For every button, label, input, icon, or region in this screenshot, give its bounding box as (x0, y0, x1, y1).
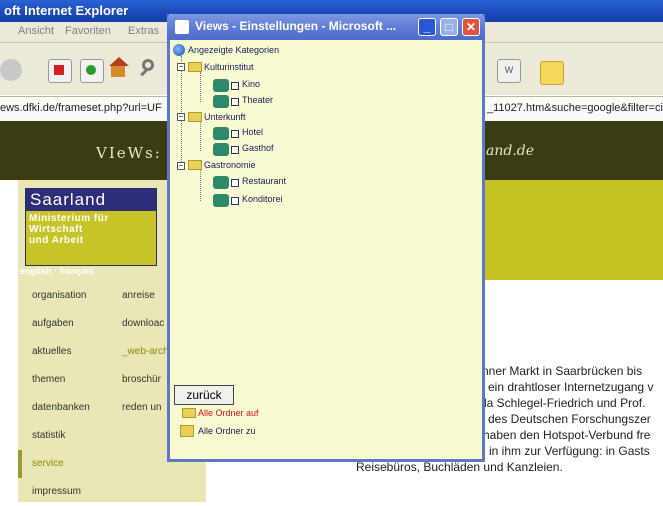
stop-icon[interactable] (48, 59, 72, 83)
ministry-logo[interactable]: Saarland Ministerium für Wirtschaft und … (25, 188, 157, 266)
category-kulturinstitut[interactable]: Kulturinstitut (204, 62, 254, 72)
nav-reden[interactable]: reden un (122, 394, 169, 422)
address-text-left: ews.dfki.de/frameset.php?url=UF (0, 102, 162, 114)
folder-open-icon (188, 112, 202, 122)
checkbox-kino[interactable] (231, 82, 239, 90)
collapse-toggle[interactable]: − (177, 162, 185, 170)
browser-title: oft Internet Explorer (4, 3, 129, 18)
ministry-text: Ministerium für Wirtschaft und Arbeit (29, 213, 109, 246)
site-domain-text: and.de (486, 143, 535, 159)
close-icon: ✕ (465, 20, 477, 34)
tree-line (200, 169, 201, 201)
address-text-right: _11027.htm&suche=google&filter=ci (487, 102, 663, 114)
item-hotel[interactable]: Hotel (242, 127, 263, 137)
menu-ansicht[interactable]: Ansicht (18, 25, 54, 37)
ie-app-icon (175, 20, 189, 34)
folder-open-icon (182, 408, 196, 418)
language-links[interactable]: english · français (20, 266, 94, 276)
home-icon[interactable] (108, 57, 130, 79)
site-logo: VIeWs: (96, 144, 162, 162)
back-button[interactable]: zurück (174, 385, 234, 405)
minimize-icon: _ (423, 20, 431, 34)
body-line-7: Reisebüros, Buchläden und Kanzleien. (356, 460, 563, 474)
ministry-line-2: Wirtschaft (29, 224, 83, 235)
nav-active-marker (18, 450, 22, 478)
checkbox-theater[interactable] (231, 98, 239, 106)
nav-service[interactable]: service (32, 450, 90, 478)
item-icon (213, 194, 229, 207)
category-unterkunft[interactable]: Unterkunft (204, 112, 246, 122)
folder-icon[interactable] (540, 61, 564, 85)
item-restaurant[interactable]: Restaurant (242, 176, 286, 186)
folder-open-icon (188, 160, 202, 170)
item-theater[interactable]: Theater (242, 95, 273, 105)
folder-open-icon (188, 62, 202, 72)
forward-icon[interactable] (0, 59, 22, 81)
body-line-6: n in ihm zur Verfügung: in Gasts (479, 444, 650, 458)
item-icon (213, 127, 229, 140)
word-icon[interactable]: W (497, 59, 521, 83)
folder-closed-icon (180, 425, 194, 437)
item-konditorei[interactable]: Konditorei (242, 194, 283, 204)
nav-web-archiv[interactable]: _web-arch (122, 338, 169, 366)
ministry-title: Saarland (26, 189, 156, 211)
checkbox-konditorei[interactable] (231, 197, 239, 205)
checkbox-restaurant[interactable] (231, 179, 239, 187)
collapse-toggle[interactable]: − (177, 113, 185, 121)
globe-icon (173, 44, 185, 56)
nav-broschueren[interactable]: broschür (122, 366, 169, 394)
nav-organisation[interactable]: organisation (32, 282, 90, 310)
body-line-3: la Schlegel-Friedrich und Prof. (484, 396, 646, 410)
menu-extras[interactable]: Extras (128, 25, 159, 37)
category-gastronomie[interactable]: Gastronomie (204, 160, 256, 170)
tree-root-label: Angezeigte Kategorien (188, 45, 280, 55)
refresh-icon[interactable] (80, 59, 104, 83)
checkbox-gasthof[interactable] (231, 146, 239, 154)
nav-left: organisation aufgaben aktuelles themen d… (32, 282, 90, 506)
ministry-line-1: Ministerium für (29, 213, 109, 224)
search-icon[interactable] (140, 57, 162, 79)
item-icon (213, 176, 229, 189)
nav-aktuelles[interactable]: aktuelles (32, 338, 90, 366)
item-gasthof[interactable]: Gasthof (242, 143, 274, 153)
nav-statistik[interactable]: statistik (32, 422, 90, 450)
open-all-folders-link[interactable]: Alle Ordner auf (198, 408, 259, 418)
dialog-titlebar[interactable]: Views - Einstellungen - Microsoft ... _ … (167, 14, 485, 40)
nav-datenbanken[interactable]: datenbanken (32, 394, 90, 422)
close-all-folders-link[interactable]: Alle Ordner zu (198, 426, 256, 436)
item-icon (213, 95, 229, 108)
maximize-icon: □ (445, 20, 453, 34)
dialog-title: Views - Einstellungen - Microsoft ... (195, 19, 397, 33)
ministry-line-3: und Arbeit (29, 235, 84, 246)
nav-downloads[interactable]: downloac (122, 310, 169, 338)
body-line-4: des Deutschen Forschungszer (488, 412, 651, 426)
item-icon (213, 143, 229, 156)
tree-line (200, 72, 201, 102)
nav-anreise[interactable]: anreise (122, 282, 169, 310)
nav-aufgaben[interactable]: aufgaben (32, 310, 90, 338)
tree-line (200, 121, 201, 151)
nav-themen[interactable]: themen (32, 366, 90, 394)
collapse-toggle[interactable]: − (177, 63, 185, 71)
body-line-2: ein drahtloser Internetzugang v (488, 380, 654, 394)
maximize-button[interactable]: □ (440, 18, 458, 36)
tree-line (181, 56, 182, 166)
item-icon (213, 79, 229, 92)
close-button[interactable]: ✕ (462, 18, 480, 36)
checkbox-hotel[interactable] (231, 130, 239, 138)
body-line-1: nner Markt in Saarbrücken bis (482, 364, 643, 378)
body-line-5: haben den Hotspot-Verbund fre (483, 428, 651, 442)
minimize-button[interactable]: _ (418, 18, 436, 36)
item-kino[interactable]: Kino (242, 79, 260, 89)
nav-right: anreise downloac _web-arch broschür rede… (122, 282, 169, 422)
menu-favoriten[interactable]: Favoriten (65, 25, 111, 37)
